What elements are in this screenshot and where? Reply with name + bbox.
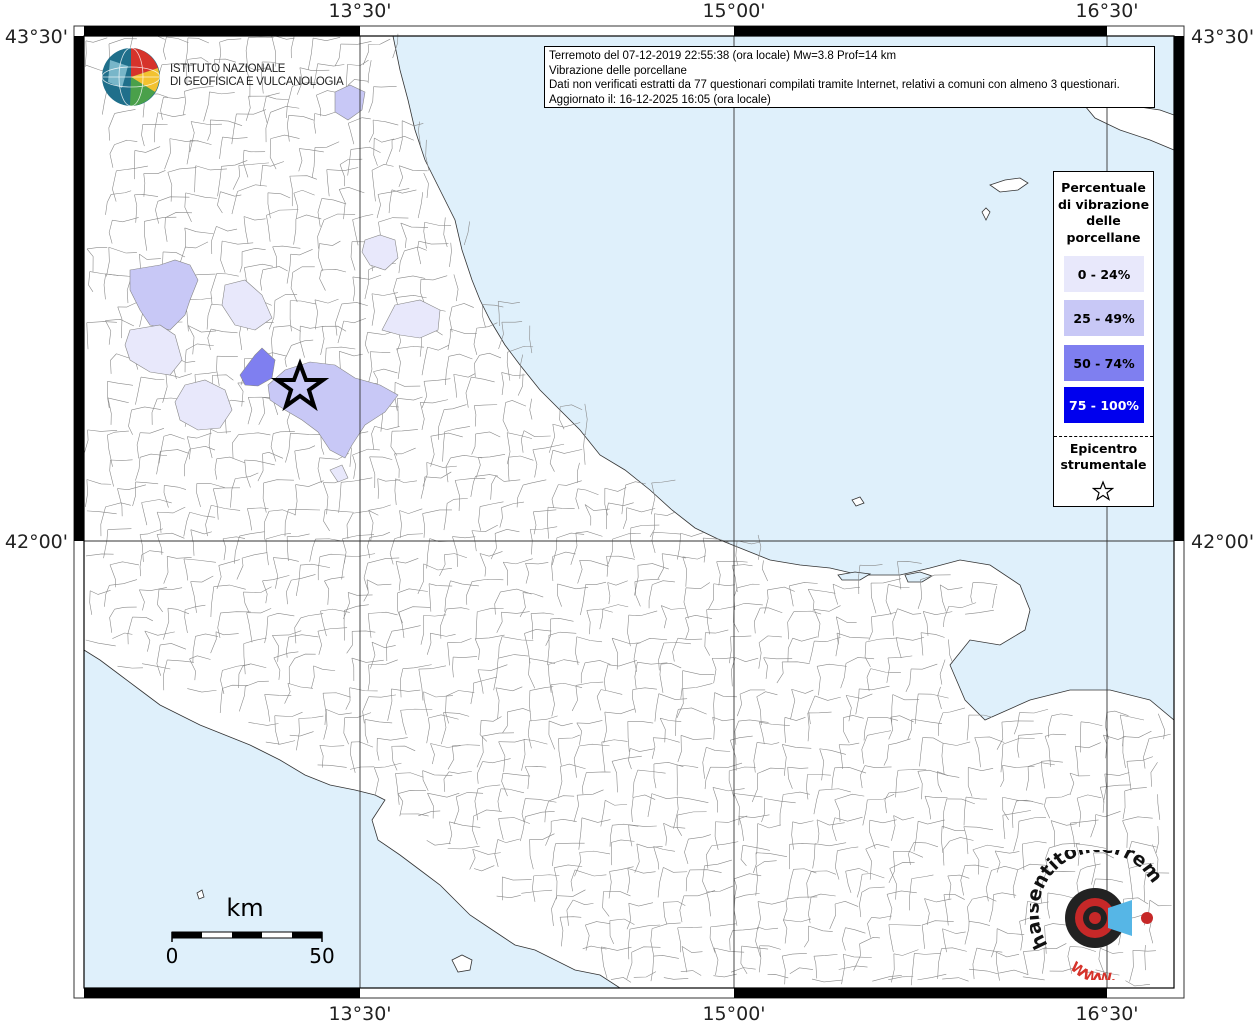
bottom-tick-2: 15°00' [702,1003,765,1024]
legend-class-75-100: 75 - 100% [1064,387,1144,423]
data-note: Dati non verificati estratti da 77 quest… [549,79,1120,92]
ingv-line-2: DI GEOFISICA E VULCANOLOGIA [170,76,344,88]
legend-epicenter-line: strumentale [1060,457,1147,472]
ingv-globe-icon [101,47,161,107]
legend-title-line: Percentuale [1061,180,1146,195]
legend-epicenter-label: Epicentro strumentale [1054,441,1153,473]
legend-class-50-74: 50 - 74% [1064,345,1144,381]
scale-unit: km [226,894,263,922]
legend-epicenter-line: Epicentro [1069,441,1138,456]
scale-start: 0 [166,944,179,968]
haisentito-logo: haisentitoilterremoto.it WWW. [1030,850,1167,980]
legend-title-line: delle [1086,213,1121,228]
bottom-tick-3: 16°30' [1075,1003,1138,1024]
event-title: Terremoto del 07-12-2019 22:55:38 (ora l… [549,50,897,62]
question-icon [1141,912,1153,924]
top-tick-3: 16°30' [1075,0,1138,22]
watermark-url: WWW. [1067,959,1117,980]
bottom-tick-1: 13°30' [328,1003,391,1024]
ingv-line-1: ISTITUTO NAZIONALE [170,63,286,75]
legend-divider [1054,436,1153,437]
left-tick-2: 42°00' [5,531,68,553]
top-tick-1: 13°30' [328,0,391,22]
scale-end: 50 [309,944,334,968]
top-tick-2: 15°00' [702,0,765,22]
updated-at: Aggiornato il: 16-12-2025 16:05 (ora loc… [549,93,771,106]
right-tick-1: 43°30' [1191,26,1254,48]
legend-class-0-24: 0 - 24% [1064,256,1144,292]
legend-title-line: di vibrazione [1057,196,1150,212]
legend-title: Percentuale di vibrazione delle porcella… [1054,180,1153,246]
legend: Percentuale di vibrazione delle porcella… [1053,171,1154,507]
ingv-logo-text: ISTITUTO NAZIONALE DI GEOFISICA E VULCAN… [170,63,344,89]
event-info-box: Terremoto del 07-12-2019 22:55:38 (ora l… [544,46,1155,108]
right-tick-2: 42°00' [1191,531,1254,553]
scale-bar: km 0 50 [166,894,335,968]
left-tick-1: 43°30' [5,26,68,48]
legend-class-25-49: 25 - 49% [1064,300,1144,336]
legend-title-line: porcellane [1066,229,1141,245]
epicenter-star-icon [1092,480,1114,501]
map-subject: Vibrazione delle porcellane [549,64,687,77]
